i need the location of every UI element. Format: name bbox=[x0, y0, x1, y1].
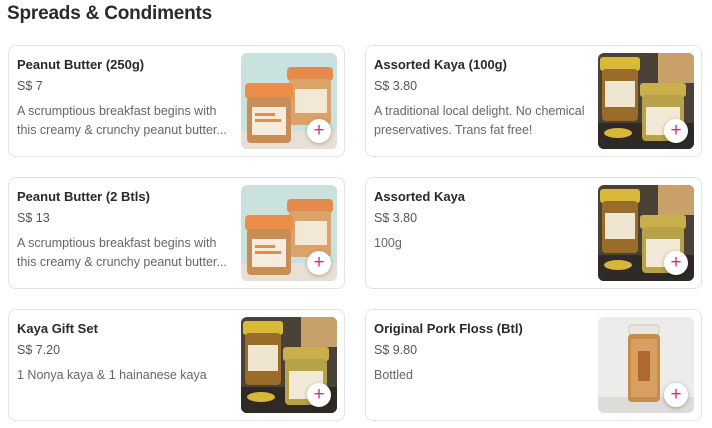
product-name: Original Pork Floss (Btl) bbox=[374, 321, 523, 336]
product-name: Assorted Kaya (100g) bbox=[374, 57, 507, 72]
add-to-cart-button[interactable]: + bbox=[307, 383, 331, 407]
product-name: Kaya Gift Set bbox=[17, 321, 98, 336]
plus-icon: + bbox=[670, 251, 682, 273]
product-card-peanut-butter-2-btls[interactable]: Peanut Butter (2 Btls) S$ 13 A scrumptio… bbox=[8, 177, 345, 289]
product-description: 1 Nonya kaya & 1 hainanese kaya bbox=[17, 368, 207, 382]
product-price: S$ 3.80 bbox=[374, 79, 418, 93]
plus-icon: + bbox=[313, 383, 325, 405]
product-card-original-pork-floss[interactable]: Original Pork Floss (Btl) S$ 9.80 Bottle… bbox=[365, 309, 702, 421]
add-to-cart-button[interactable]: + bbox=[307, 251, 331, 275]
plus-icon: + bbox=[670, 119, 682, 141]
add-to-cart-button[interactable]: + bbox=[664, 119, 688, 143]
product-card-assorted-kaya[interactable]: Assorted Kaya S$ 3.80 100g + bbox=[365, 177, 702, 289]
product-description: 100g bbox=[374, 236, 402, 250]
product-description: A traditional local delight. No chemical… bbox=[374, 104, 585, 137]
plus-icon: + bbox=[670, 383, 682, 405]
add-to-cart-button[interactable]: + bbox=[664, 383, 688, 407]
product-price: S$ 9.80 bbox=[374, 343, 418, 357]
product-card-assorted-kaya-100g[interactable]: Assorted Kaya (100g) S$ 3.80 A tradition… bbox=[365, 45, 702, 157]
product-price: S$ 3.80 bbox=[374, 211, 418, 225]
product-name: Peanut Butter (2 Btls) bbox=[17, 189, 150, 204]
product-description: A scrumptious breakfast begins with this… bbox=[17, 104, 227, 137]
product-price: S$ 7.20 bbox=[17, 343, 61, 357]
product-card-peanut-butter-250g[interactable]: Peanut Butter (250g) S$ 7 A scrumptious … bbox=[8, 45, 345, 157]
add-to-cart-button[interactable]: + bbox=[664, 251, 688, 275]
plus-icon: + bbox=[313, 251, 325, 273]
product-price: S$ 7 bbox=[17, 79, 43, 93]
product-description: Bottled bbox=[374, 368, 413, 382]
product-description: A scrumptious breakfast begins with this… bbox=[17, 236, 227, 269]
product-price: S$ 13 bbox=[17, 211, 50, 225]
product-name: Peanut Butter (250g) bbox=[17, 57, 145, 72]
product-card-kaya-gift-set[interactable]: Kaya Gift Set S$ 7.20 1 Nonya kaya & 1 h… bbox=[8, 309, 345, 421]
add-to-cart-button[interactable]: + bbox=[307, 119, 331, 143]
product-name: Assorted Kaya bbox=[374, 189, 466, 204]
section-title: Spreads & Condiments bbox=[7, 3, 213, 24]
plus-icon: + bbox=[313, 119, 325, 141]
